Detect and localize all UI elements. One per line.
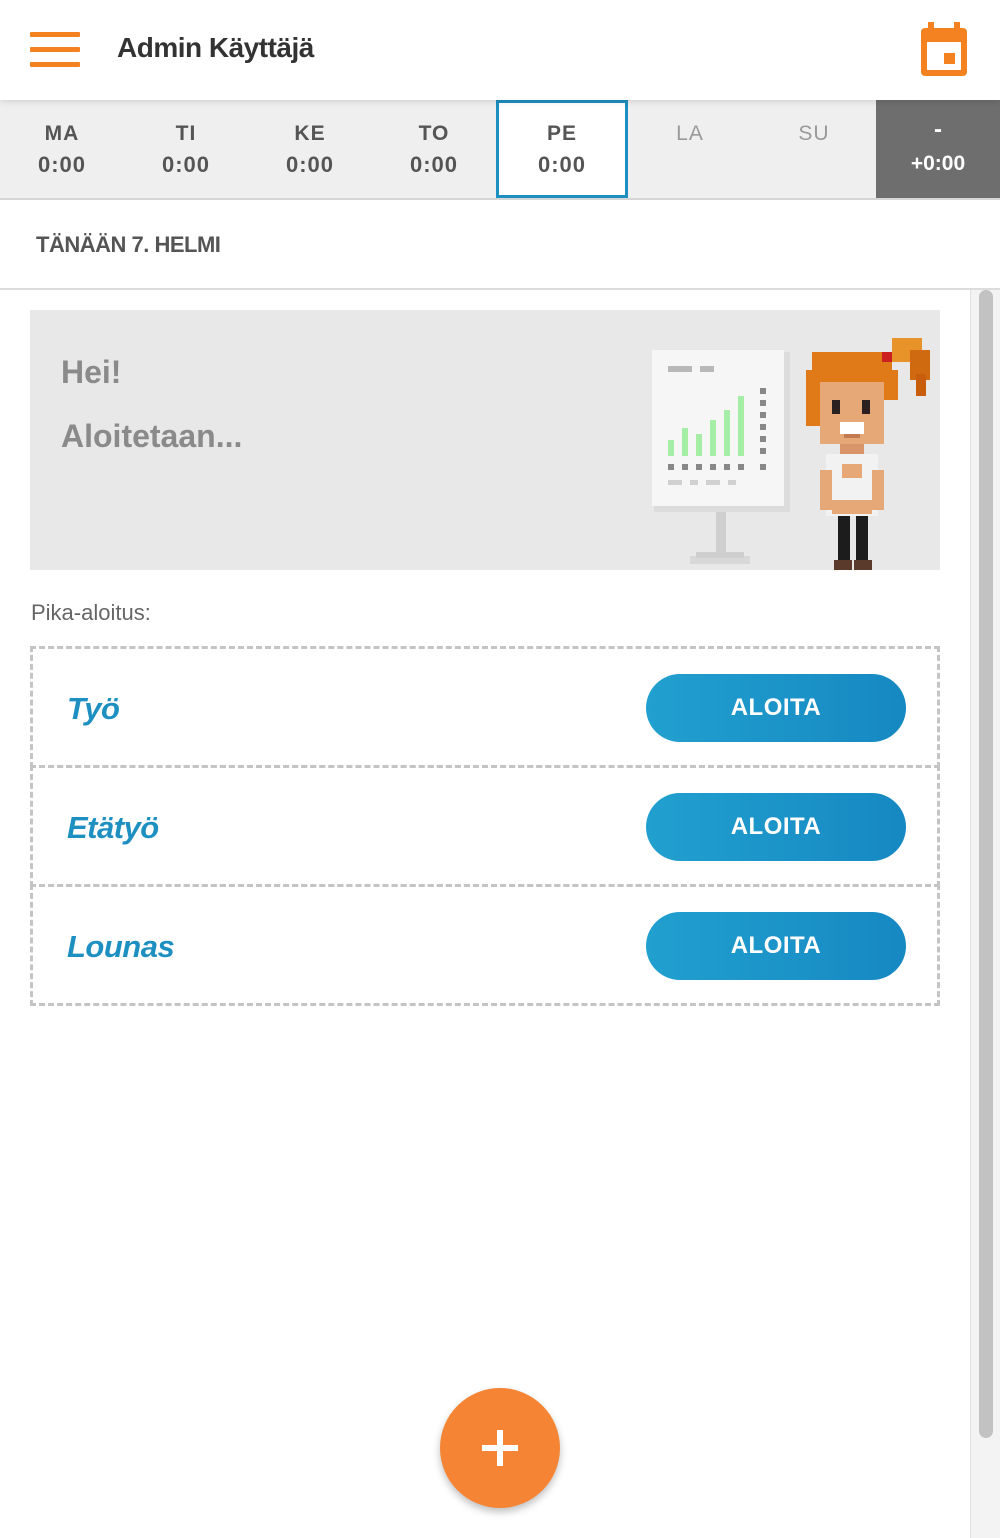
welcome-greeting: Hei! <box>61 354 122 390</box>
week-total[interactable]: - +0:00 <box>876 100 1000 198</box>
day-hours: 0:00 <box>161 152 211 177</box>
day-ke[interactable]: KE 0:00 <box>248 100 372 198</box>
day-hours: 0:00 <box>37 152 87 177</box>
quick-start-list: Työ ALOITA Etätyö ALOITA Lounas ALOITA <box>30 646 940 1006</box>
scrollbar-thumb[interactable] <box>979 290 993 1438</box>
scrollbar[interactable] <box>970 290 1000 1538</box>
hamburger-menu-icon[interactable] <box>30 32 82 68</box>
today-bar: TÄNÄÄN 7. HELMI <box>0 200 1000 290</box>
day-label: SU <box>798 122 830 145</box>
day-label: TI <box>175 122 197 145</box>
welcome-subtitle: Aloitetaan... <box>61 418 243 454</box>
week-bar: MA 0:00 TI 0:00 KE 0:00 TO 0:00 PE 0:00 … <box>0 100 1000 200</box>
day-label: TO <box>418 122 450 145</box>
add-entry-button[interactable] <box>440 1388 560 1508</box>
activity-name: Työ <box>67 691 120 726</box>
day-hours: 0:00 <box>285 152 335 177</box>
plus-icon-stroke <box>497 1430 503 1466</box>
day-ma[interactable]: MA 0:00 <box>0 100 124 198</box>
day-pe[interactable]: PE 0:00 <box>496 100 628 198</box>
day-label: PE <box>546 122 577 145</box>
week-total-dash: - <box>934 116 942 143</box>
activity-name: Lounas <box>67 929 175 964</box>
day-label: LA <box>676 122 704 145</box>
start-work-button[interactable]: ALOITA <box>646 674 906 742</box>
quick-start-label: Pika-aloitus: <box>31 600 151 625</box>
quick-start-item: Lounas ALOITA <box>30 884 940 1006</box>
quick-start-item: Etätyö ALOITA <box>30 765 940 887</box>
day-hours: 0:00 <box>537 152 587 177</box>
week-total-value: +0:00 <box>910 152 966 175</box>
day-la[interactable]: LA <box>628 100 752 198</box>
day-label: KE <box>294 122 326 145</box>
welcome-banner: Hei! Aloitetaan... <box>30 310 940 570</box>
app-title: Admin Käyttäjä <box>117 32 314 63</box>
activity-name: Etätyö <box>67 810 159 845</box>
today-label: TÄNÄÄN 7. HELMI <box>36 232 221 257</box>
day-to[interactable]: TO 0:00 <box>372 100 496 198</box>
start-lunch-button[interactable]: ALOITA <box>646 912 906 980</box>
start-remote-work-button[interactable]: ALOITA <box>646 793 906 861</box>
day-label: MA <box>44 122 80 145</box>
day-hours: 0:00 <box>409 152 459 177</box>
day-ti[interactable]: TI 0:00 <box>124 100 248 198</box>
day-su[interactable]: SU <box>752 100 876 198</box>
quick-start-item: Työ ALOITA <box>30 646 940 768</box>
presenter-illustration <box>652 338 930 570</box>
calendar-icon[interactable] <box>918 22 970 78</box>
app-header: Admin Käyttäjä <box>0 0 1000 100</box>
